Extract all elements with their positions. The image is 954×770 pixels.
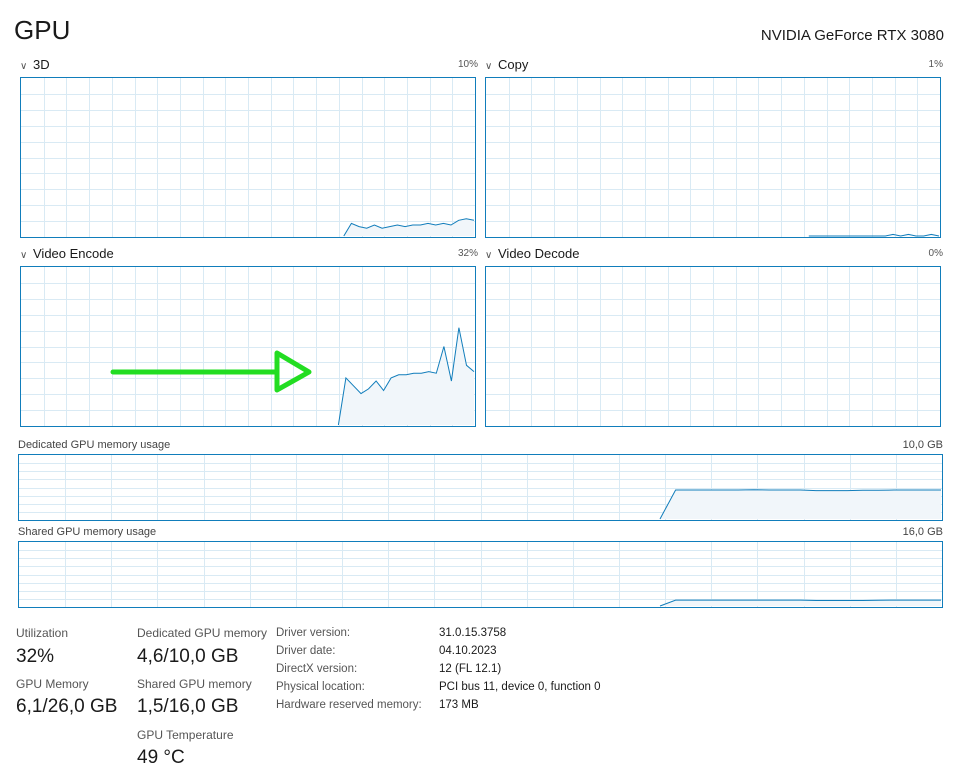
chevron-down-icon[interactable]: ∨ xyxy=(20,59,30,75)
shared-memory-stat-value: 1,5/16,0 GB xyxy=(137,696,239,717)
graph-canvas xyxy=(21,78,475,237)
chevron-down-icon[interactable]: ∨ xyxy=(20,248,30,264)
dedicated-memory-stat-value: 4,6/10,0 GB xyxy=(137,646,239,667)
utilization-label: Utilization xyxy=(16,626,69,640)
engine-graph-video-decode xyxy=(485,266,941,427)
property-value: 173 MB xyxy=(439,699,479,711)
dedicated-memory-graph xyxy=(18,454,943,521)
dedicated-memory-label: Dedicated GPU memory usage xyxy=(18,439,171,451)
graph-canvas xyxy=(486,267,940,426)
property-label: Hardware reserved memory: xyxy=(276,699,422,711)
gpu-temperature-label: GPU Temperature xyxy=(137,728,234,742)
graph-canvas xyxy=(19,542,942,607)
chevron-down-icon[interactable]: ∨ xyxy=(485,59,495,75)
series-area xyxy=(660,600,941,606)
shared-memory-stat-label: Shared GPU memory xyxy=(137,677,252,691)
utilization-value: 32% xyxy=(16,646,55,667)
engine-header-3d[interactable]: ∨ 3D xyxy=(20,57,50,75)
series-area xyxy=(338,327,474,425)
shared-memory-label: Shared GPU memory usage xyxy=(18,526,157,538)
graph-canvas xyxy=(19,455,942,520)
engine-header-copy[interactable]: ∨ Copy xyxy=(485,57,528,75)
engine-percent: 32% xyxy=(457,248,478,259)
engine-graph-3d xyxy=(20,77,476,238)
gpu-device-name: NVIDIA GeForce RTX 3080 xyxy=(760,27,944,44)
chevron-down-icon[interactable]: ∨ xyxy=(485,248,495,264)
series-line xyxy=(808,233,940,237)
property-value: PCI bus 11, device 0, function 0 xyxy=(439,681,601,693)
engine-name: Copy xyxy=(498,57,529,72)
engine-name: 3D xyxy=(33,57,50,72)
engine-name: Video Encode xyxy=(33,246,114,261)
gpu-memory-label: GPU Memory xyxy=(16,677,89,691)
page-title: GPU xyxy=(14,15,71,45)
property-value: 04.10.2023 xyxy=(439,645,497,657)
property-value: 31.0.15.3758 xyxy=(439,627,507,639)
engine-percent: 1% xyxy=(928,59,943,70)
graph-canvas xyxy=(486,78,940,237)
property-value: 12 (FL 12.1) xyxy=(439,663,502,675)
arrow-annotation-icon xyxy=(110,350,312,393)
engine-header-video-decode[interactable]: ∨ Video Decode xyxy=(485,246,579,264)
series-area xyxy=(660,489,941,519)
engine-graph-copy xyxy=(485,77,941,238)
property-label: Physical location: xyxy=(276,681,365,693)
gpu-temperature-value: 49 °C xyxy=(137,747,185,768)
dedicated-memory-stat-label: Dedicated GPU memory xyxy=(137,626,268,640)
engine-header-video-encode[interactable]: ∨ Video Encode xyxy=(20,246,114,264)
shared-memory-max: 16,0 GB xyxy=(902,526,943,538)
engine-percent: 10% xyxy=(457,59,478,70)
property-label: Driver date: xyxy=(276,645,336,657)
property-label: Driver version: xyxy=(276,627,351,639)
property-label: DirectX version: xyxy=(276,663,358,675)
dedicated-memory-max: 10,0 GB xyxy=(902,439,943,451)
gpu-memory-value: 6,1/26,0 GB xyxy=(16,696,118,717)
engine-percent: 0% xyxy=(928,248,943,259)
shared-memory-graph xyxy=(18,541,943,608)
engine-name: Video Decode xyxy=(498,246,580,261)
